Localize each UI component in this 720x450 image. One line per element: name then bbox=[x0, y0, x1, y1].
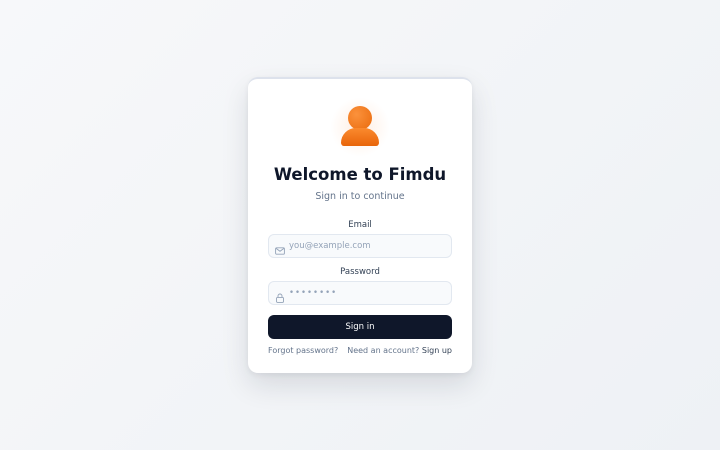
user-avatar-icon bbox=[330, 97, 390, 157]
mail-icon bbox=[275, 241, 285, 255]
account-prompt-text: Need an account? bbox=[347, 346, 420, 355]
forgot-password-link[interactable]: Forgot password? bbox=[268, 346, 338, 355]
sign-in-button[interactable]: Sign in bbox=[268, 315, 452, 339]
password-field-wrapper[interactable] bbox=[268, 281, 452, 305]
page-title: Welcome to Fimdu bbox=[273, 165, 447, 184]
signup-prompt: Need an account? Sign up bbox=[347, 346, 452, 355]
page-subtitle: Sign in to continue bbox=[315, 191, 405, 202]
email-field-wrapper[interactable] bbox=[268, 234, 452, 258]
sign-up-link[interactable]: Sign up bbox=[422, 346, 452, 355]
login-card: Welcome to Fimdu Sign in to continue Ema… bbox=[248, 77, 472, 373]
password-input[interactable] bbox=[289, 285, 447, 301]
lock-icon bbox=[275, 288, 285, 303]
email-input[interactable] bbox=[289, 238, 447, 254]
password-label: Password bbox=[340, 267, 380, 277]
email-label: Email bbox=[348, 220, 372, 230]
